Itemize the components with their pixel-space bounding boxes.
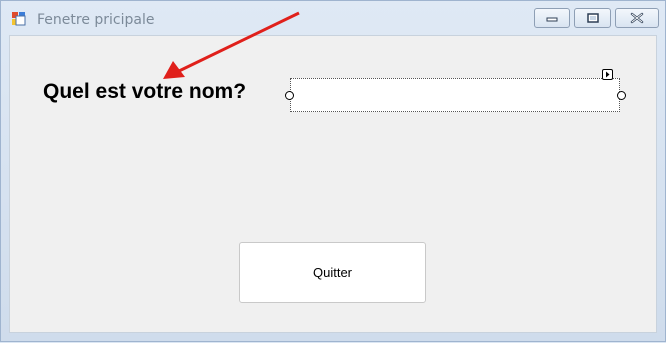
minimize-button[interactable] [534, 8, 570, 28]
quit-button[interactable]: Quitter [239, 242, 426, 303]
close-icon [630, 12, 644, 24]
question-label: Quel est votre nom? [43, 80, 247, 103]
smart-tag-icon[interactable] [602, 69, 613, 80]
app-icon [12, 12, 26, 26]
maximize-button[interactable] [574, 8, 611, 28]
app-window: Fenetre pricipale Quel est votre nom? Qu… [0, 0, 666, 342]
maximize-icon [586, 13, 599, 23]
name-input[interactable] [290, 78, 620, 112]
form-client-area: Quel est votre nom? Quitter [9, 35, 657, 333]
close-button[interactable] [615, 8, 659, 28]
resize-handle-right[interactable] [617, 91, 626, 100]
resize-handle-left[interactable] [285, 91, 294, 100]
window-title: Fenetre pricipale [37, 12, 155, 28]
minimize-icon [546, 17, 558, 22]
title-bar[interactable]: Fenetre pricipale [1, 1, 665, 35]
